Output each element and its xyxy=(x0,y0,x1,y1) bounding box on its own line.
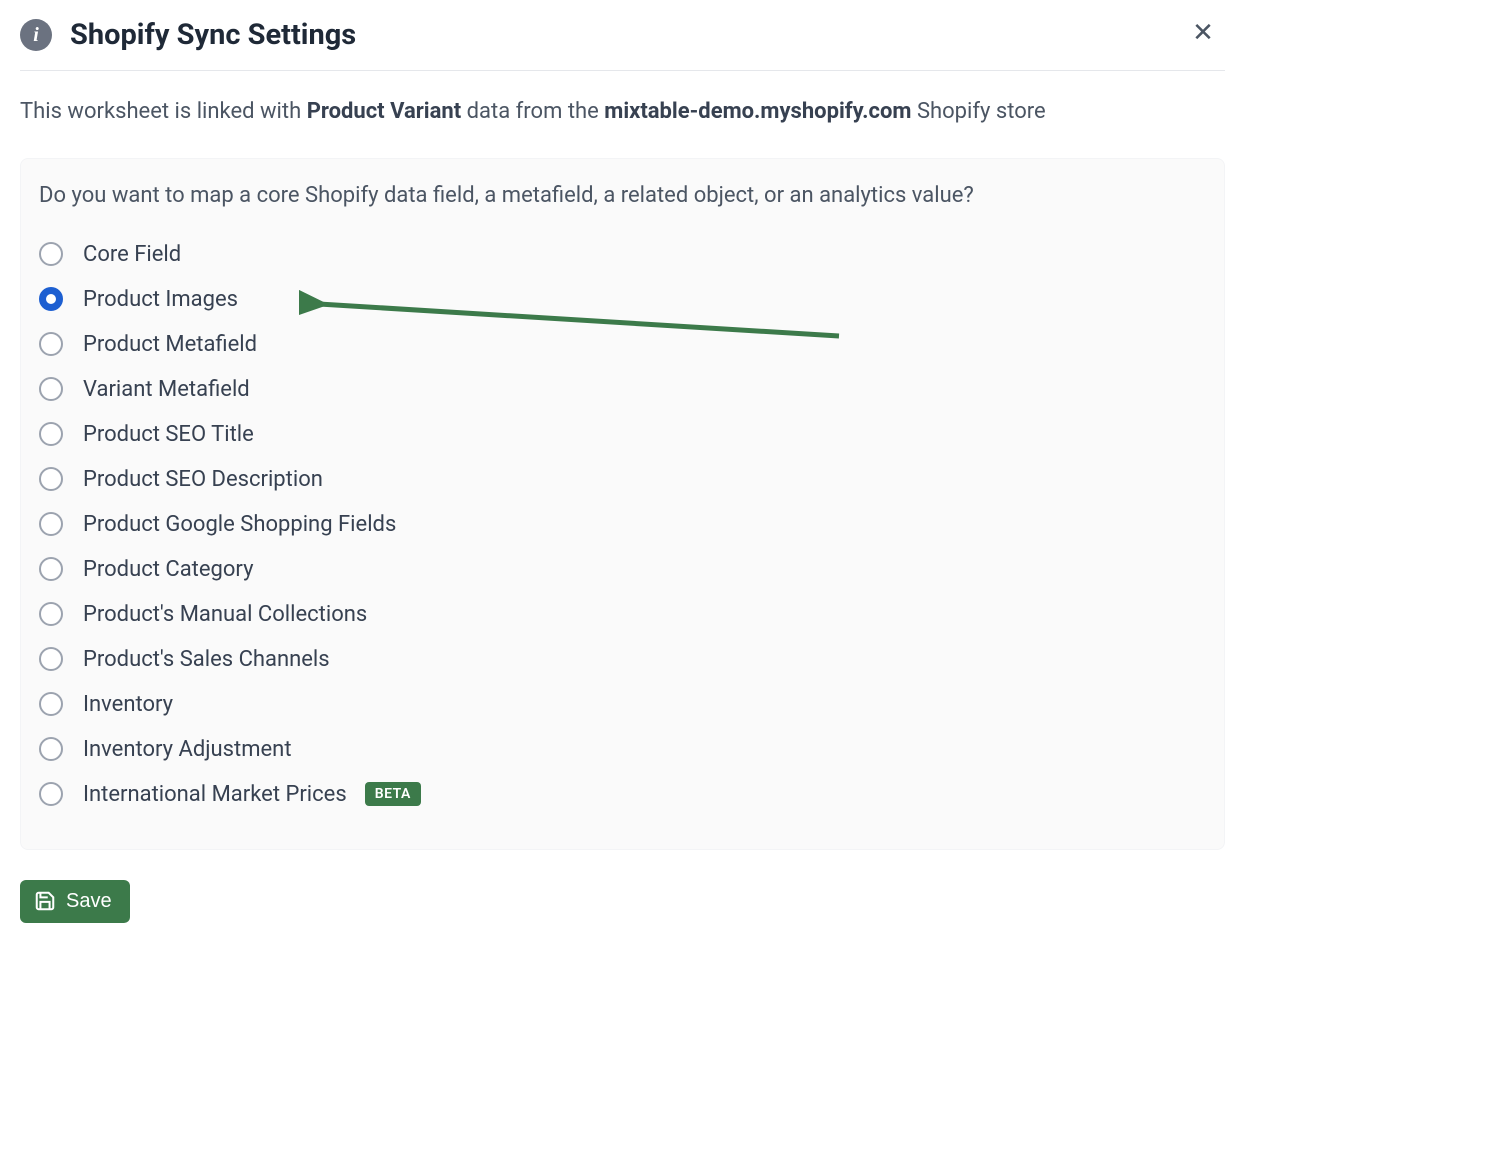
desc-prefix: This worksheet is linked with xyxy=(20,99,307,124)
radio-variant-metafield[interactable] xyxy=(39,377,63,401)
option-label: Product's Manual Collections xyxy=(83,602,367,627)
desc-suffix: Shopify store xyxy=(911,99,1045,124)
radio-product-images[interactable] xyxy=(39,287,63,311)
dialog-title: Shopify Sync Settings xyxy=(70,18,356,52)
option-label: Product Category xyxy=(83,557,253,582)
option-label: Product SEO Description xyxy=(83,467,323,492)
option-label: Core Field xyxy=(83,242,181,267)
mapping-question: Do you want to map a core Shopify data f… xyxy=(39,183,1206,208)
radio-sales-channels[interactable] xyxy=(39,647,63,671)
option-label: Product Images xyxy=(83,287,238,312)
option-label: Inventory xyxy=(83,692,173,717)
option-label: Product's Sales Channels xyxy=(83,647,330,672)
option-label: Product Metafield xyxy=(83,332,257,357)
dialog-header: i Shopify Sync Settings ✕ xyxy=(20,10,1225,71)
save-button-label: Save xyxy=(66,890,112,913)
options-list: Core Field Product Images Product Metafi… xyxy=(39,232,1206,817)
save-button[interactable]: Save xyxy=(20,880,130,923)
save-icon xyxy=(34,890,56,912)
option-label: Inventory Adjustment xyxy=(83,737,292,762)
option-google-shopping-fields[interactable]: Product Google Shopping Fields xyxy=(39,502,1206,547)
option-manual-collections[interactable]: Product's Manual Collections xyxy=(39,592,1206,637)
option-label: Product Google Shopping Fields xyxy=(83,512,396,537)
option-inventory[interactable]: Inventory xyxy=(39,682,1206,727)
worksheet-description: This worksheet is linked with Product Va… xyxy=(20,71,1225,158)
field-mapping-panel: Do you want to map a core Shopify data f… xyxy=(20,158,1225,850)
option-product-category[interactable]: Product Category xyxy=(39,547,1206,592)
option-core-field[interactable]: Core Field xyxy=(39,232,1206,277)
radio-product-seo-title[interactable] xyxy=(39,422,63,446)
radio-product-metafield[interactable] xyxy=(39,332,63,356)
radio-google-shopping-fields[interactable] xyxy=(39,512,63,536)
option-inventory-adjustment[interactable]: Inventory Adjustment xyxy=(39,727,1206,772)
radio-inventory-adjustment[interactable] xyxy=(39,737,63,761)
option-product-metafield[interactable]: Product Metafield xyxy=(39,322,1206,367)
radio-inventory[interactable] xyxy=(39,692,63,716)
desc-middle: data from the xyxy=(461,99,604,124)
option-label: Variant Metafield xyxy=(83,377,250,402)
radio-product-seo-description[interactable] xyxy=(39,467,63,491)
desc-data-type: Product Variant xyxy=(307,99,462,124)
desc-store: mixtable-demo.myshopify.com xyxy=(604,99,911,124)
radio-core-field[interactable] xyxy=(39,242,63,266)
info-icon: i xyxy=(20,19,52,51)
option-product-seo-title[interactable]: Product SEO Title xyxy=(39,412,1206,457)
beta-badge: BETA xyxy=(365,782,421,806)
radio-international-market-prices[interactable] xyxy=(39,782,63,806)
radio-product-category[interactable] xyxy=(39,557,63,581)
option-international-market-prices[interactable]: International Market Prices BETA xyxy=(39,772,1206,817)
option-label: Product SEO Title xyxy=(83,422,254,447)
option-product-images[interactable]: Product Images xyxy=(39,277,1206,322)
close-button[interactable]: ✕ xyxy=(1189,18,1217,46)
option-variant-metafield[interactable]: Variant Metafield xyxy=(39,367,1206,412)
close-icon: ✕ xyxy=(1192,19,1214,45)
radio-manual-collections[interactable] xyxy=(39,602,63,626)
option-sales-channels[interactable]: Product's Sales Channels xyxy=(39,637,1206,682)
option-product-seo-description[interactable]: Product SEO Description xyxy=(39,457,1206,502)
option-label: International Market Prices xyxy=(83,782,347,807)
